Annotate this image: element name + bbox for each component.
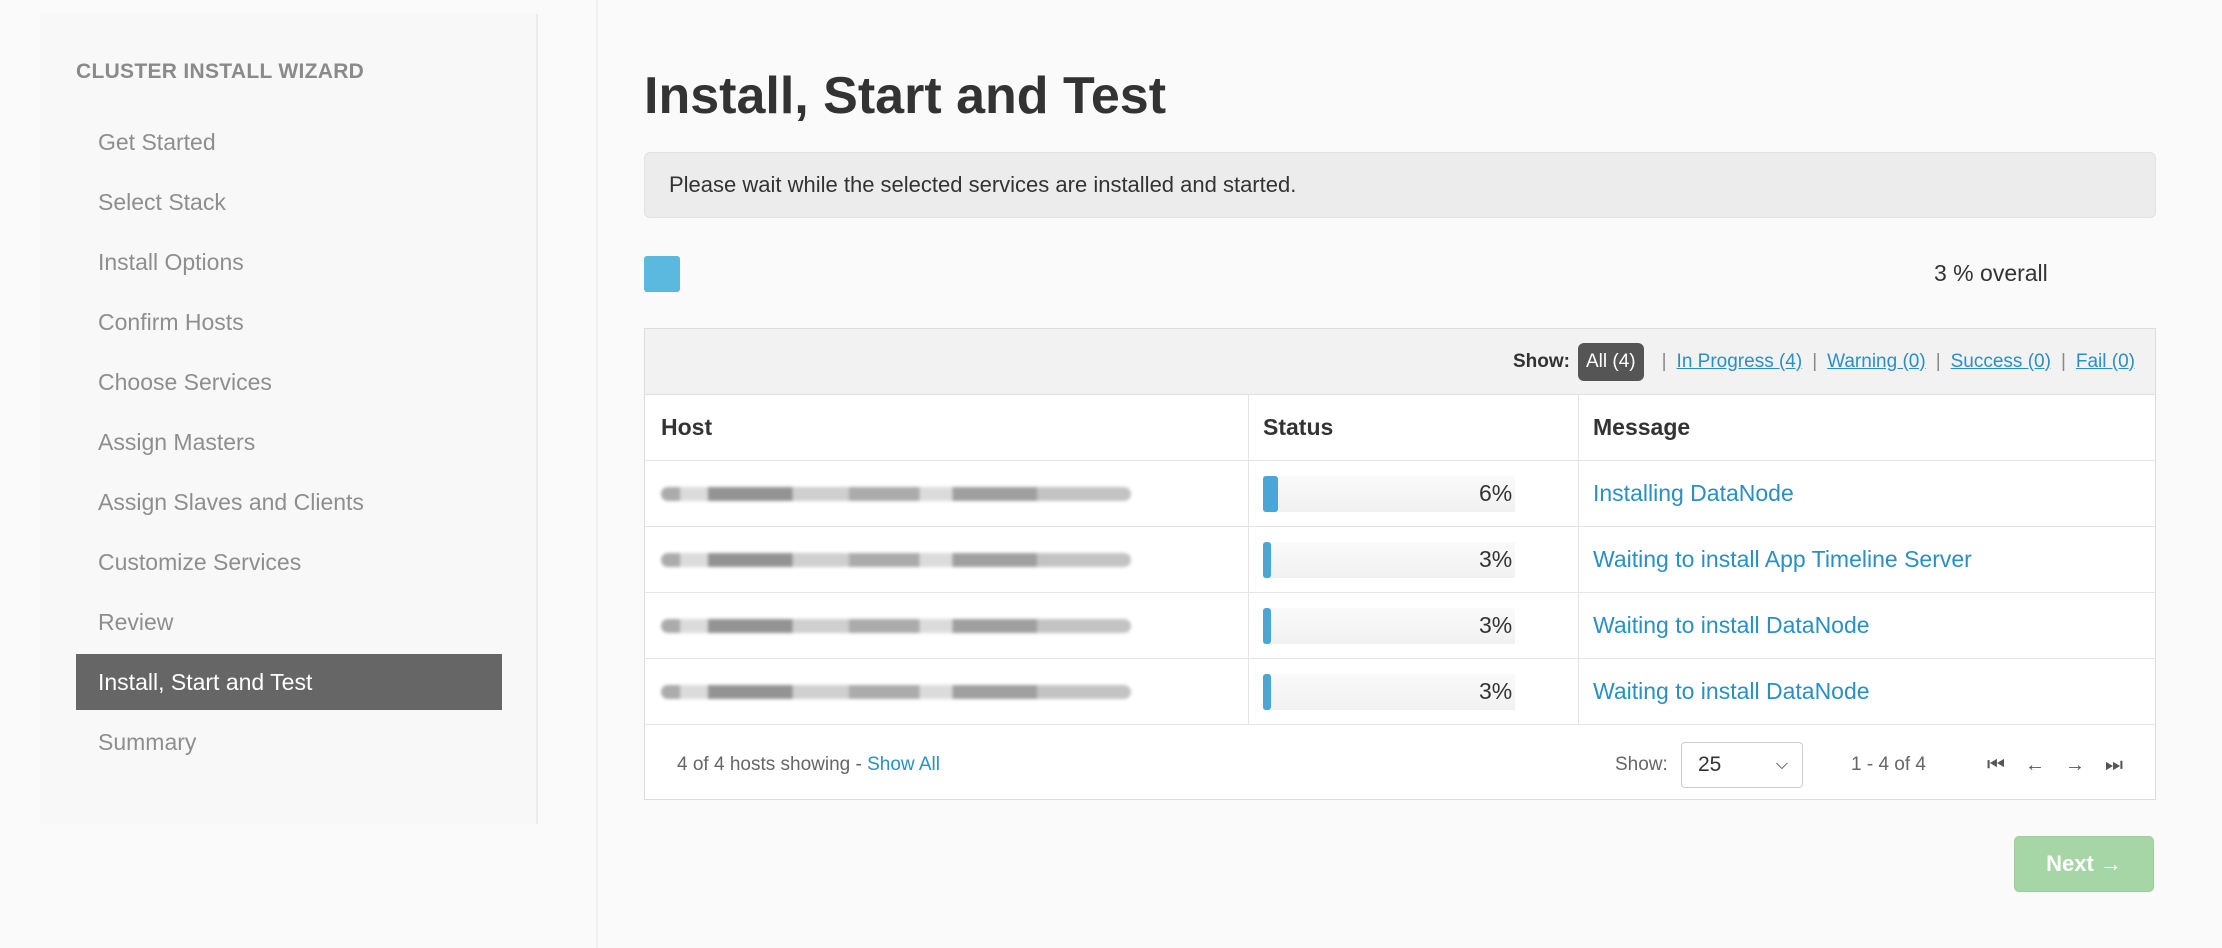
host-progress-fill xyxy=(1263,475,1279,512)
filter-fail[interactable]: Fail (0) xyxy=(2076,351,2135,373)
sidebar-item-customize-services[interactable]: Customize Services xyxy=(76,534,502,590)
status-cell: 3% xyxy=(1249,593,1579,658)
status-cell: 3% xyxy=(1249,659,1579,724)
main-content: Install, Start and Test Please wait whil… xyxy=(596,0,2222,948)
column-header-status: Status xyxy=(1249,395,1579,460)
host-progress-bar xyxy=(1263,607,1515,644)
table-row: 3% Waiting to install DataNode xyxy=(645,593,2155,659)
page-size-value: 25 xyxy=(1698,753,1722,776)
sidebar-item-choose-services[interactable]: Choose Services xyxy=(76,354,502,410)
sidebar-item-summary[interactable]: Summary xyxy=(76,714,502,770)
host-progress-percent: 3% xyxy=(1479,612,1513,638)
last-page-icon[interactable]: ⏭ xyxy=(2105,754,2123,777)
table-row: 3% Waiting to install DataNode xyxy=(645,659,2155,725)
sidebar-item-assign-slaves[interactable]: Assign Slaves and Clients xyxy=(76,474,502,530)
overall-progress-label: 3 % overall xyxy=(1934,260,2048,286)
page-size-select[interactable]: 25 ⌵ xyxy=(1681,742,1803,788)
table-row: 3% Waiting to install App Timeline Serve… xyxy=(645,527,2155,593)
page-size-label: Show: xyxy=(1615,754,1668,775)
host-progress-percent: 3% xyxy=(1479,678,1513,704)
filter-separator: | xyxy=(1661,350,1667,372)
host-progress-fill xyxy=(1263,607,1271,644)
overall-progress-bar xyxy=(644,256,680,292)
hosts-count-label: 4 of 4 hosts showing - xyxy=(677,754,862,775)
sidebar-title: CLUSTER INSTALL WIZARD xyxy=(76,60,365,83)
host-message-link[interactable]: Waiting to install DataNode xyxy=(1579,659,2155,724)
filter-in-progress[interactable]: In Progress (4) xyxy=(1677,351,1803,373)
info-message: Please wait while the selected services … xyxy=(644,152,2156,218)
host-cell xyxy=(645,659,1249,724)
table-footer: 4 of 4 hosts showing - Show All Show: 25… xyxy=(645,731,2155,799)
filter-warning[interactable]: Warning (0) xyxy=(1827,351,1926,373)
sidebar-item-get-started[interactable]: Get Started xyxy=(76,114,502,170)
pagination-range: 1 - 4 of 4 xyxy=(1851,754,1926,775)
host-progress-bar xyxy=(1263,673,1515,710)
host-message-link[interactable]: Waiting to install App Timeline Server xyxy=(1579,527,2155,592)
host-name-redacted[interactable] xyxy=(661,618,1131,633)
sidebar-item-install-start-test[interactable]: Install, Start and Test xyxy=(76,654,502,710)
status-filter-bar: Show: All (4) | In Progress (4) | Warnin… xyxy=(645,329,2155,395)
table-row: 6% Installing DataNode xyxy=(645,461,2155,527)
filter-separator: | xyxy=(1812,350,1818,372)
sidebar-item-review[interactable]: Review xyxy=(76,594,502,650)
sidebar-item-select-stack[interactable]: Select Stack xyxy=(76,174,502,230)
hosts-table: Host Status Message 6% Installing DataNo… xyxy=(645,395,2155,725)
table-header: Host Status Message xyxy=(645,395,2155,461)
host-cell xyxy=(645,527,1249,592)
host-message-link[interactable]: Installing DataNode xyxy=(1579,461,2155,526)
first-page-icon[interactable]: ⏮ xyxy=(1987,754,2005,777)
chevron-down-icon: ⌵ xyxy=(1775,756,1788,773)
hosts-showing-text: 4 of 4 hosts showing - Show All xyxy=(677,754,940,776)
next-page-icon[interactable]: → xyxy=(2065,754,2085,777)
host-progress-bar xyxy=(1263,541,1515,578)
status-cell: 6% xyxy=(1249,461,1579,526)
filter-separator: | xyxy=(2060,350,2066,372)
filter-separator: | xyxy=(1935,350,1941,372)
host-name-redacted[interactable] xyxy=(661,486,1131,501)
wizard-sidebar: CLUSTER INSTALL WIZARD Get Started Selec… xyxy=(40,14,538,824)
host-progress-fill xyxy=(1263,541,1271,578)
host-progress-percent: 6% xyxy=(1479,480,1513,506)
host-cell xyxy=(645,593,1249,658)
host-progress-fill xyxy=(1263,673,1271,710)
wizard-steps: Get Started Select Stack Install Options… xyxy=(76,114,502,774)
next-button[interactable]: Next → xyxy=(2014,836,2154,892)
filter-success[interactable]: Success (0) xyxy=(1951,351,2051,373)
pagination-controls: ⏮ ← → ⏭ xyxy=(1987,754,2123,777)
column-header-message: Message xyxy=(1593,414,1691,440)
filter-show-label: Show: xyxy=(1512,350,1570,372)
host-name-redacted[interactable] xyxy=(661,552,1131,567)
page-title: Install, Start and Test xyxy=(644,67,1167,125)
sidebar-item-install-options[interactable]: Install Options xyxy=(76,234,502,290)
host-message-link[interactable]: Waiting to install DataNode xyxy=(1579,593,2155,658)
host-progress-percent: 3% xyxy=(1479,546,1513,572)
sidebar-item-confirm-hosts[interactable]: Confirm Hosts xyxy=(76,294,502,350)
show-all-link[interactable]: Show All xyxy=(867,754,940,775)
host-cell xyxy=(645,461,1249,526)
column-header-host: Host xyxy=(645,395,1249,460)
host-progress-bar xyxy=(1263,475,1515,512)
host-name-redacted[interactable] xyxy=(661,684,1131,699)
previous-page-icon[interactable]: ← xyxy=(2025,754,2045,777)
status-cell: 3% xyxy=(1249,527,1579,592)
sidebar-item-assign-masters[interactable]: Assign Masters xyxy=(76,414,502,470)
filter-all[interactable]: All (4) xyxy=(1577,342,1644,381)
hosts-panel: Show: All (4) | In Progress (4) | Warnin… xyxy=(644,328,2156,800)
